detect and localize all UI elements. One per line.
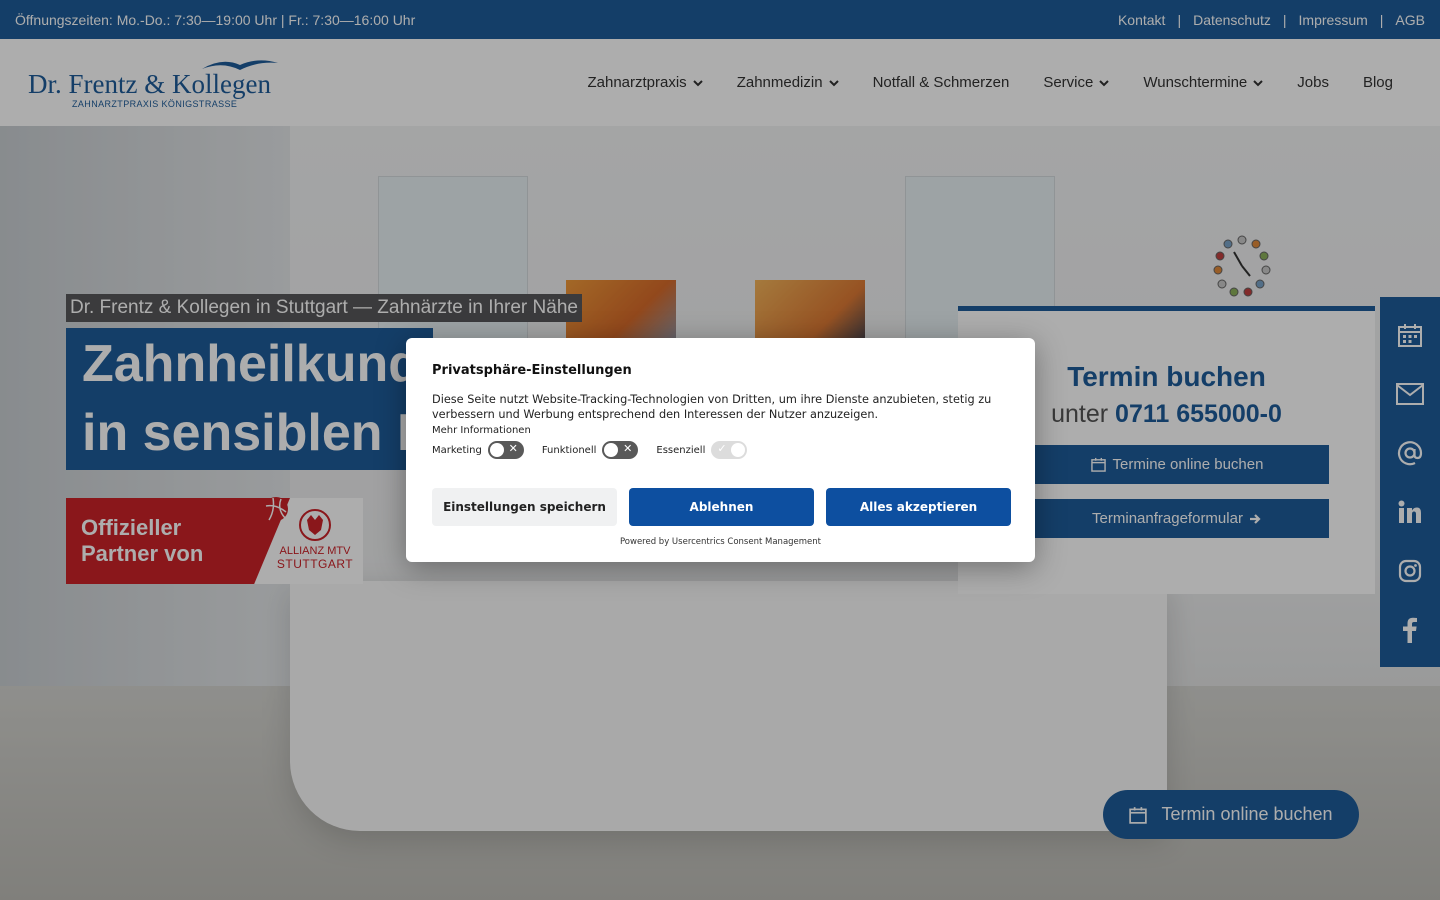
- save-settings-button[interactable]: Einstellungen speichern: [432, 488, 617, 526]
- toggle-label: Marketing: [432, 444, 482, 456]
- check-icon: ✓: [717, 442, 727, 455]
- toggle-switch-off[interactable]: ✕: [487, 441, 524, 459]
- toggle-label: Funktionell: [541, 444, 597, 456]
- accept-all-button[interactable]: Alles akzeptieren: [826, 488, 1011, 526]
- toggle-switch-off[interactable]: ✕: [602, 441, 639, 459]
- toggle-switch-on-disabled: ✓: [711, 441, 748, 459]
- toggle-essenziell: Essenziell ✓: [656, 441, 748, 459]
- toggle-funktionell[interactable]: Funktionell ✕: [542, 441, 639, 459]
- consent-toggles: Marketing ✕ Funktionell ✕ Essenziell ✓: [432, 441, 1009, 459]
- consent-buttons: Einstellungen speichern Ablehnen Alles a…: [432, 488, 1023, 526]
- powered-by: Powered by Usercentrics Consent Manageme…: [619, 537, 822, 547]
- consent-dialog: Privatsphäre-Einstellungen Diese Seite n…: [406, 338, 1035, 562]
- consent-title: Privatsphäre-Einstellungen: [432, 363, 632, 378]
- reject-button[interactable]: Ablehnen: [629, 488, 814, 526]
- consent-text: Diese Seite nutzt Website-Tracking-Techn…: [432, 393, 992, 421]
- close-icon: ✕: [508, 442, 518, 455]
- more-info-link[interactable]: Mehr Informationen: [432, 425, 1009, 436]
- toggle-marketing[interactable]: Marketing ✕: [432, 441, 524, 459]
- close-icon: ✕: [623, 442, 633, 455]
- toggle-label: Essenziell: [656, 444, 706, 456]
